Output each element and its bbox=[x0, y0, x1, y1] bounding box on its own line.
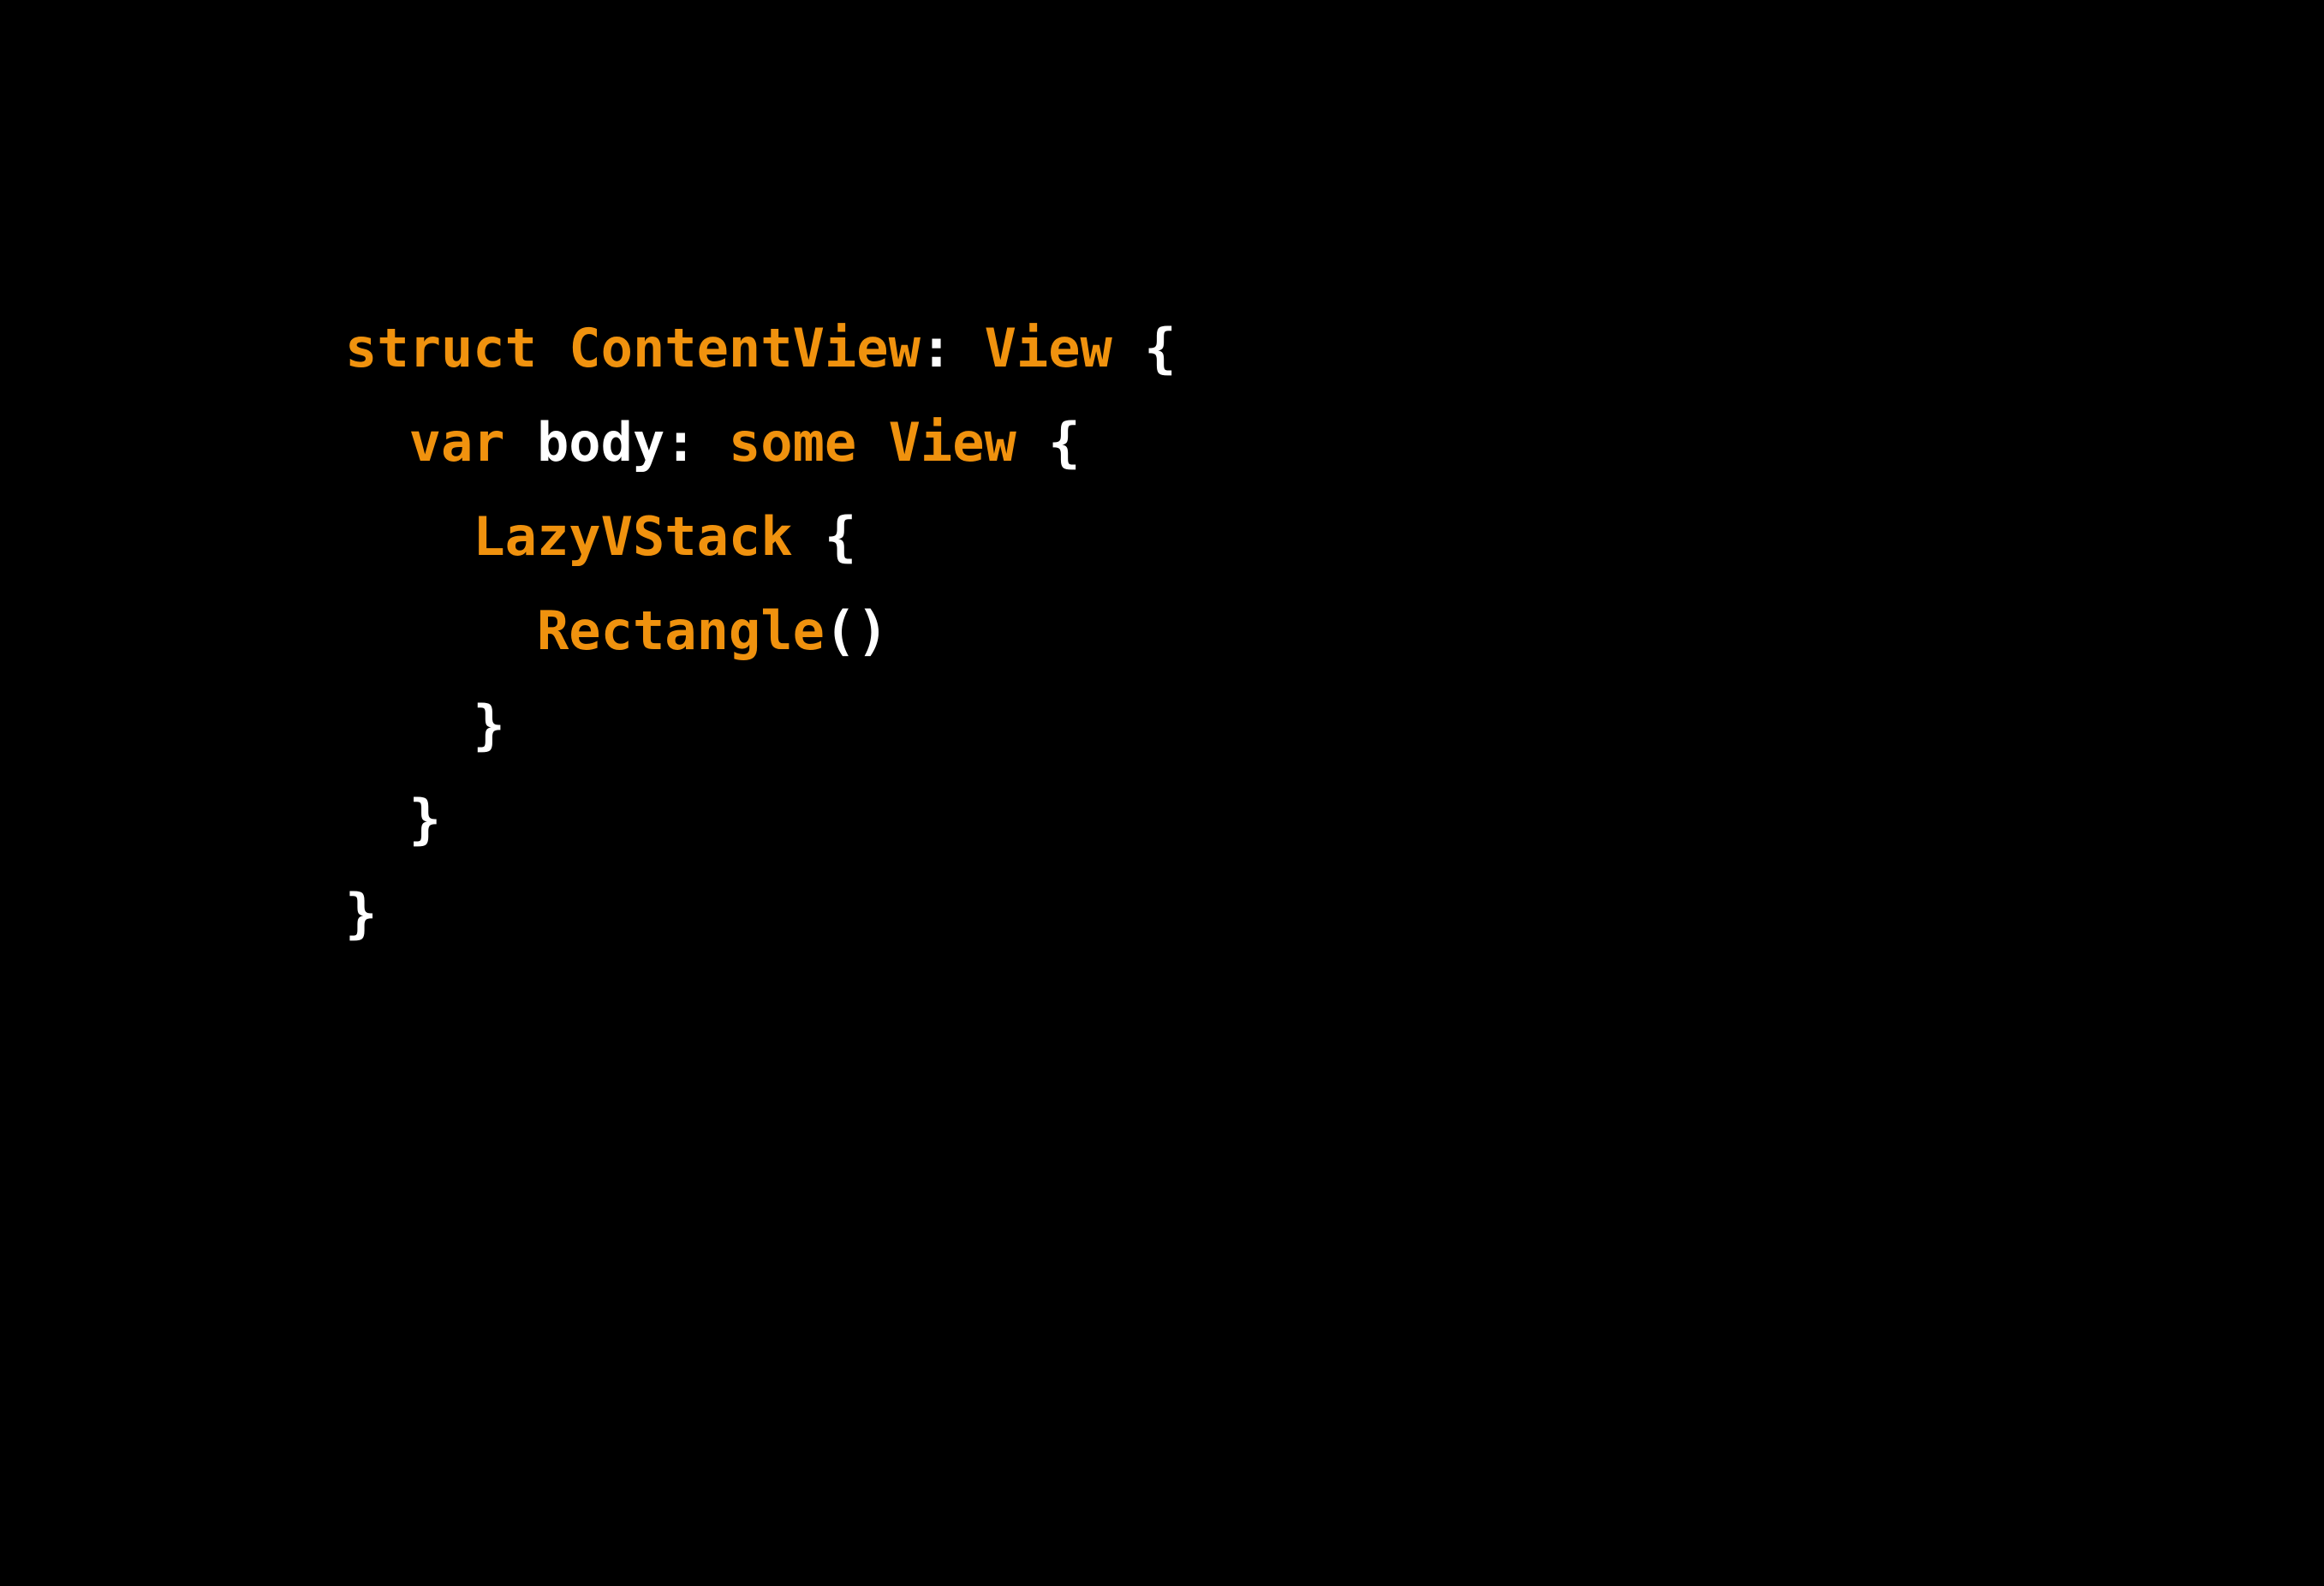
code-token-type: ContentView bbox=[569, 317, 921, 379]
code-slide: struct ContentView: View { var body: som… bbox=[0, 0, 2324, 1586]
code-token-keyword: struct bbox=[345, 317, 537, 379]
code-token-punctuation: { bbox=[1144, 317, 1177, 379]
code-token-punctuation: } bbox=[473, 694, 505, 756]
code-line: Rectangle() bbox=[345, 584, 1177, 678]
code-token-type: View bbox=[888, 411, 1016, 474]
code-line: } bbox=[345, 678, 1177, 772]
code-token-type: Rectangle bbox=[536, 599, 825, 662]
code-token-punctuation: { bbox=[1048, 411, 1081, 474]
code-line: var body: some View { bbox=[345, 396, 1177, 490]
code-token-punctuation: } bbox=[408, 788, 441, 850]
code-token-punctuation: { bbox=[824, 505, 857, 568]
code-token-identifier: body bbox=[536, 411, 665, 474]
code-line: } bbox=[345, 867, 1177, 961]
code-line: struct ContentView: View { bbox=[345, 301, 1177, 396]
code-token-type: View bbox=[984, 317, 1112, 379]
code-token-punctuation: : bbox=[664, 411, 697, 474]
code-block: struct ContentView: View { var body: som… bbox=[345, 301, 1177, 961]
code-token-keyword: var bbox=[408, 411, 505, 474]
code-token-punctuation: } bbox=[345, 882, 378, 945]
code-token-punctuation: () bbox=[824, 599, 889, 662]
code-token-type: LazyVStack bbox=[473, 505, 793, 568]
code-line: LazyVStack { bbox=[345, 490, 1177, 584]
code-token-keyword: some bbox=[728, 411, 857, 474]
code-line: } bbox=[345, 772, 1177, 867]
code-token-punctuation: : bbox=[920, 317, 953, 379]
